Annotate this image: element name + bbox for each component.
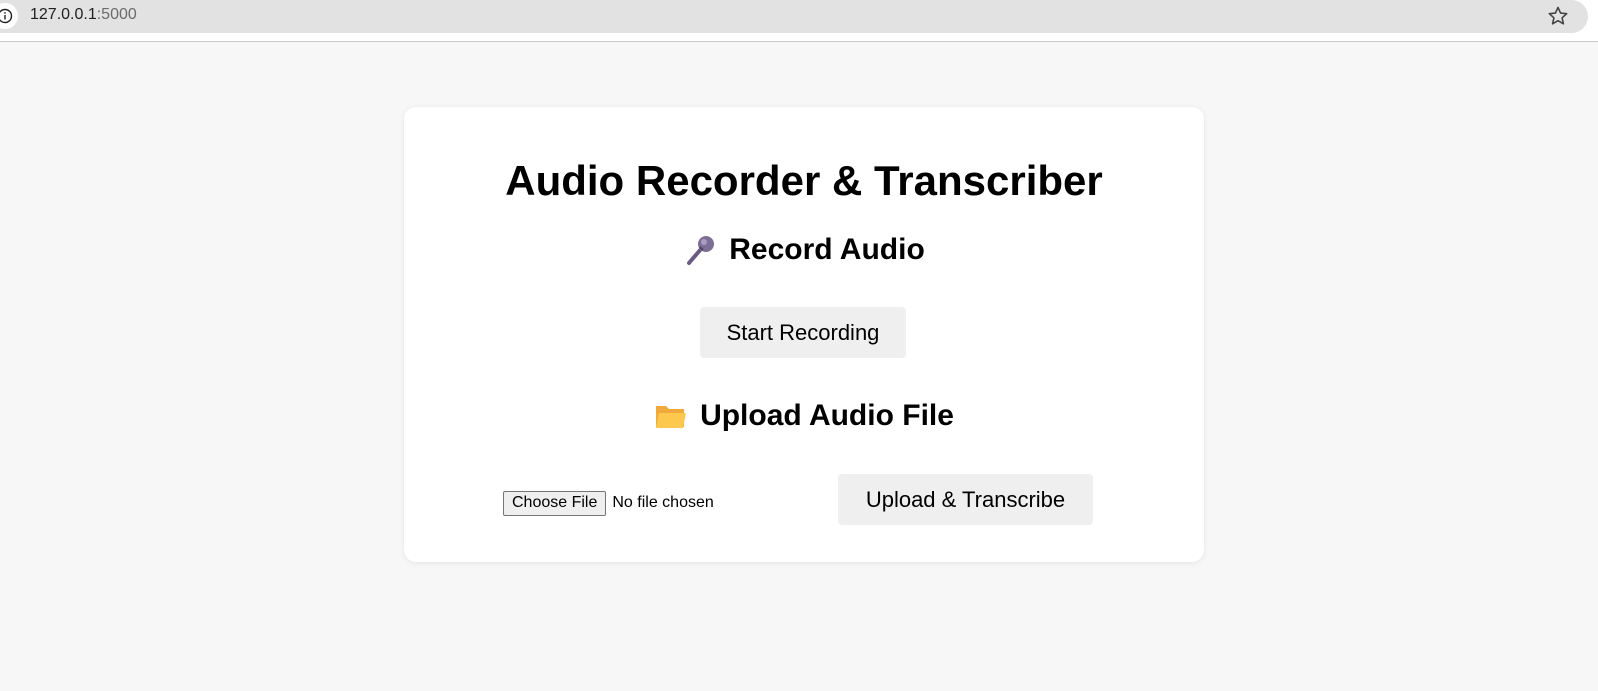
- browser-toolbar: 127.0.0.1:5000: [0, 0, 1598, 42]
- address-bar[interactable]: 127.0.0.1:5000: [0, 0, 1588, 33]
- file-input[interactable]: Choose File No file chosen: [503, 490, 714, 516]
- url-text[interactable]: 127.0.0.1:5000: [30, 6, 137, 24]
- site-info-icon[interactable]: [0, 3, 18, 29]
- folder-icon: [654, 401, 688, 431]
- record-audio-heading: Record Audio: [404, 233, 1204, 267]
- choose-file-button[interactable]: Choose File: [503, 490, 607, 516]
- start-recording-button[interactable]: Start Recording: [700, 307, 906, 358]
- record-audio-heading-text: Record Audio: [729, 233, 925, 266]
- file-status-text: No file chosen: [612, 494, 714, 511]
- upload-audio-heading-text: Upload Audio File: [700, 399, 954, 432]
- url-port: :5000: [96, 6, 137, 23]
- url-host: 127.0.0.1: [30, 6, 97, 23]
- main-card: Audio Recorder & Transcriber Record Audi…: [404, 107, 1204, 562]
- upload-audio-heading: Upload Audio File: [404, 399, 1204, 433]
- microphone-icon: [683, 233, 717, 267]
- upload-transcribe-button[interactable]: Upload & Transcribe: [838, 474, 1093, 525]
- page-title: Audio Recorder & Transcriber: [505, 157, 1103, 204]
- bookmark-star-icon[interactable]: [1546, 4, 1570, 28]
